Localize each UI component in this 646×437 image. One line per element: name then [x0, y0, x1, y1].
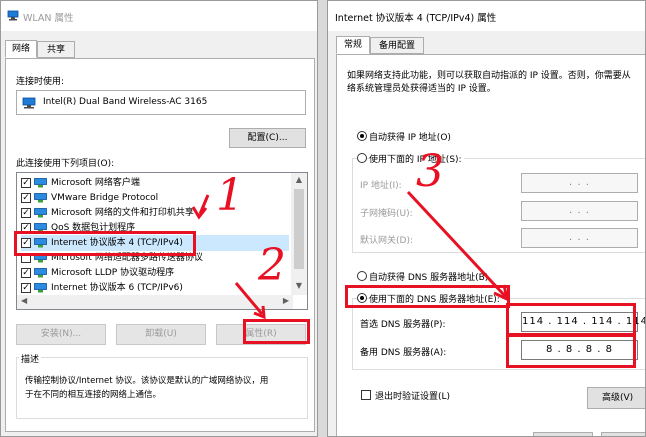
arrow-3-line: [406, 190, 507, 298]
tab-network[interactable]: 网络: [5, 40, 37, 58]
annotation-step-2: 2: [258, 240, 286, 291]
annotation-step-3: 3: [416, 146, 444, 197]
annotation-arrows: [191, 190, 510, 320]
tab-general[interactable]: 常规: [336, 36, 370, 54]
annotation-step-1: 1: [216, 170, 244, 221]
